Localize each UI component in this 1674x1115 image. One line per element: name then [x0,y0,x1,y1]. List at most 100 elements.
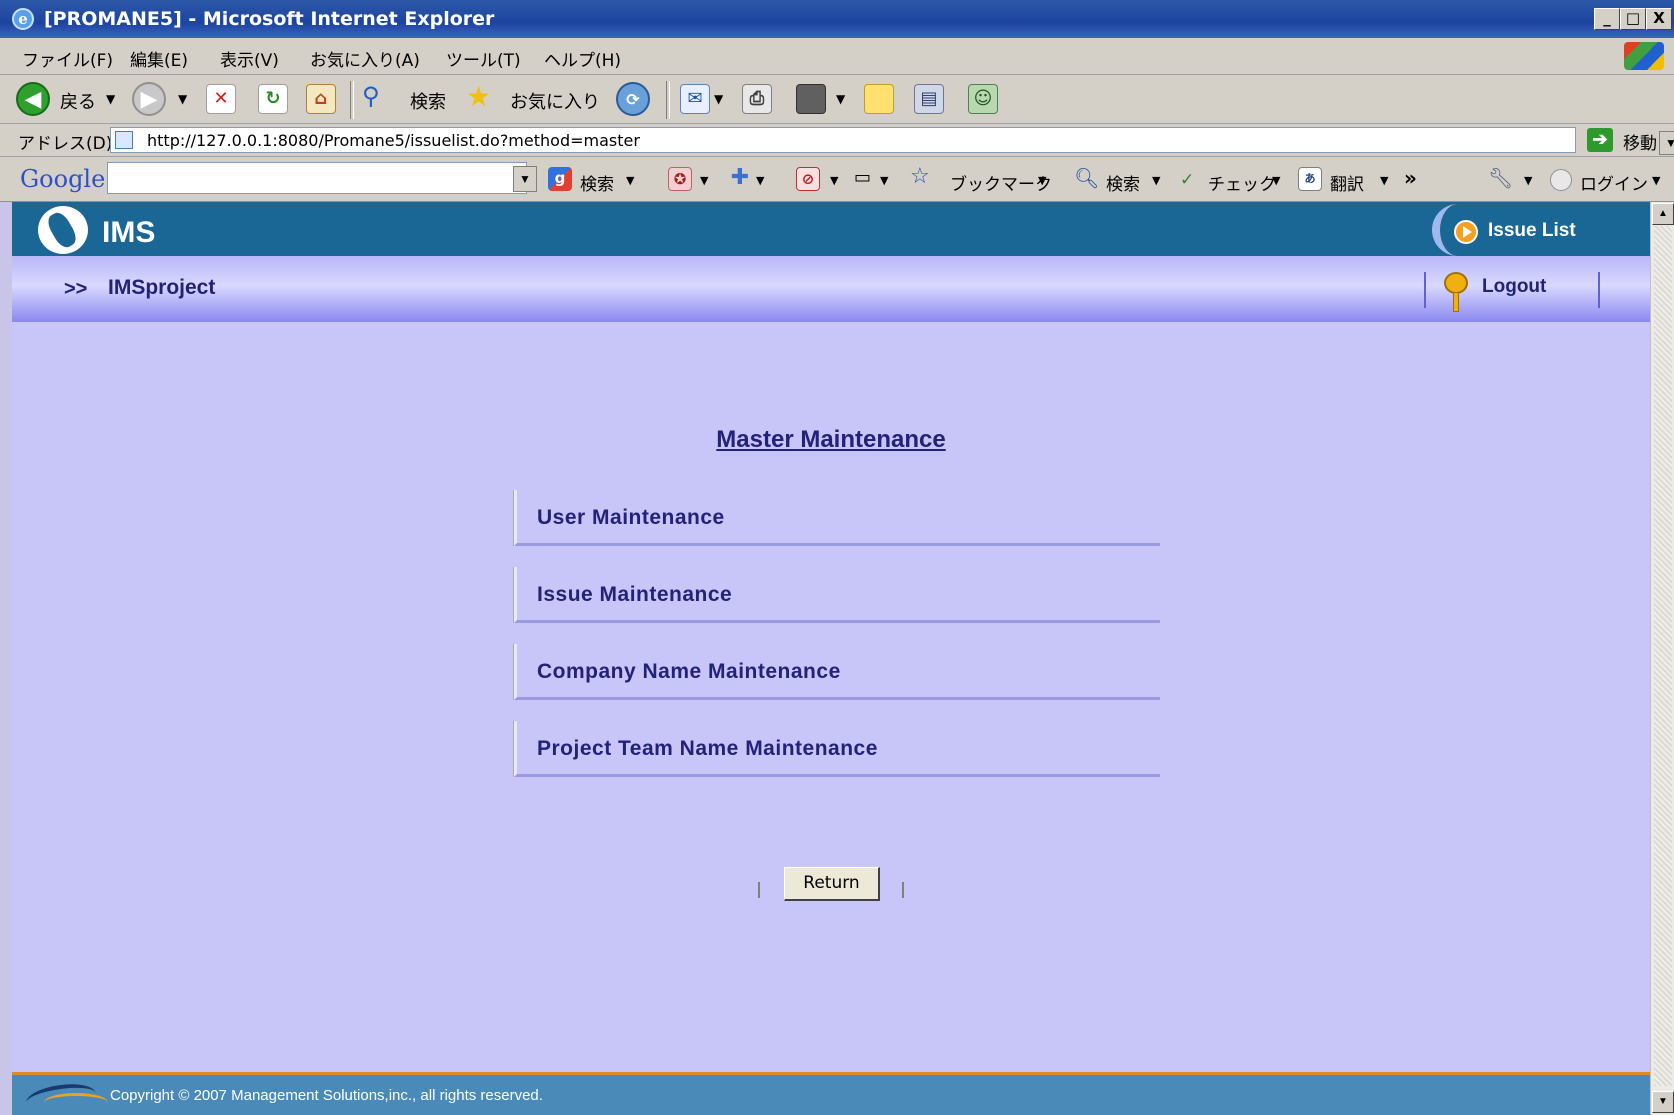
forward-arrow-icon[interactable]: ▶ [132,82,166,116]
translate-icon[interactable]: あ [1298,167,1322,191]
menu-file[interactable]: ファイル(F) [22,46,113,71]
scroll-down-arrow-icon[interactable]: ▼ [1652,1091,1674,1113]
research-icon[interactable]: ▤ [914,84,944,114]
menu-tools[interactable]: ツール(T) [446,46,521,71]
maximize-button[interactable]: □ [1620,8,1646,30]
user-maintenance-link[interactable]: User Maintenance [537,506,725,530]
minimize-button[interactable]: _ [1594,8,1620,30]
spellcheck-label[interactable]: チェック [1208,170,1276,195]
app-name: IMS [102,216,156,249]
app-header: IMS Issue List [12,202,1650,256]
project-team-name-maintenance-item[interactable]: Project Team Name Maintenance [514,721,1160,777]
login-circle-icon[interactable] [1550,169,1572,191]
find-label[interactable]: 検索 [1106,170,1140,195]
windows-logo-icon [1624,42,1664,70]
go-button[interactable]: 移動 [1623,129,1657,154]
login-label[interactable]: ログイン [1580,170,1648,195]
address-dropdown-icon[interactable]: ▼ [1659,131,1674,155]
find-icon[interactable]: 🔍︎ [1074,166,1099,190]
address-label: アドレス(D) [18,134,113,154]
return-separator [758,882,760,898]
favorites-label[interactable]: お気に入り [510,88,600,114]
window-dropdown-icon[interactable]: ▼ [880,174,888,187]
ims-logo-icon [38,206,88,254]
mail-icon[interactable]: ✉ [680,84,710,114]
find-dropdown-icon[interactable]: ▼ [1152,174,1160,187]
blocked-icon[interactable]: ⊘ [796,167,820,191]
scrollbar-track[interactable] [1654,226,1672,1086]
bookmarks-menu[interactable]: ブックマーク [950,170,1052,195]
google-search-label[interactable]: 検索 [580,170,614,195]
spellcheck-dropdown-icon[interactable]: ▼ [1272,174,1280,187]
home-icon[interactable]: ⌂ [306,84,336,114]
discuss-icon[interactable] [864,84,894,114]
header-separator [1424,272,1426,308]
bookmark-star-icon[interactable]: ☆ [910,164,930,189]
search-icon[interactable]: ⚲ [362,82,380,110]
plus-icon[interactable]: ✚ [728,167,752,191]
vertical-scrollbar[interactable]: ▲ ▼ [1650,202,1674,1115]
translate-label[interactable]: 翻訳 [1330,170,1364,195]
company-name-maintenance-link[interactable]: Company Name Maintenance [537,660,841,684]
logout-link[interactable]: Logout [1482,276,1546,298]
blocked-dropdown-icon[interactable]: ▼ [830,174,838,187]
toolbar-separator [350,81,354,119]
history-icon[interactable]: ⟳ [616,82,650,116]
toolbar-separator [666,81,670,119]
menu-view[interactable]: 表示(V) [220,46,279,71]
google-logo: Google [20,165,105,193]
plus-dropdown-icon[interactable]: ▼ [756,174,764,187]
google-search-icon[interactable]: g [548,167,572,191]
address-url[interactable]: http://127.0.0.1:8080/Promane5/issuelist… [147,131,640,150]
menu-favorites[interactable]: お気に入り(A) [310,46,420,71]
footer: Copyright © 2007 Management Solutions,in… [12,1075,1650,1115]
google-dropdown-icon[interactable]: ▼ [513,166,537,192]
header-separator [1598,272,1600,308]
copyright-text: Copyright © 2007 Management Solutions,in… [110,1087,543,1104]
issue-list-link[interactable]: Issue List [1488,220,1576,242]
page-content: IMS Issue List >> IMSproject Logout Mast… [12,202,1650,1115]
address-input[interactable]: http://127.0.0.1:8080/Promane5/issuelist… [110,127,1674,155]
issue-maintenance-link[interactable]: Issue Maintenance [537,583,732,607]
stop-icon[interactable]: ✕ [206,84,236,114]
edit-dropdown-icon[interactable]: ▼ [836,92,845,106]
settings-dropdown-icon[interactable]: ▼ [1524,174,1532,187]
forward-dropdown-icon[interactable]: ▼ [178,92,187,106]
scroll-up-arrow-icon[interactable]: ▲ [1652,203,1674,225]
translate-dropdown-icon[interactable]: ▼ [1380,174,1388,187]
google-search-input[interactable] [107,162,527,194]
google-search-dropdown-icon[interactable]: ▼ [626,174,634,187]
favorites-star-icon[interactable]: ★ [466,80,491,113]
popup-dropdown-icon[interactable]: ▼ [700,174,708,187]
spellcheck-icon[interactable]: ✓ [1180,170,1194,190]
edit-icon[interactable] [796,84,826,114]
breadcrumb-bar: >> IMSproject Logout [12,256,1650,322]
search-label[interactable]: 検索 [410,88,446,114]
refresh-icon[interactable]: ↻ [258,84,288,114]
more-chevron-icon[interactable]: » [1404,166,1417,190]
user-maintenance-item[interactable]: User Maintenance [514,490,1160,546]
bookmarks-dropdown-icon[interactable]: ▼ [1038,174,1046,187]
project-name: IMSproject [108,276,216,299]
project-team-name-maintenance-link[interactable]: Project Team Name Maintenance [537,737,878,761]
back-arrow-icon[interactable]: ◀ [16,82,50,116]
back-dropdown-icon[interactable]: ▼ [106,92,115,106]
popup-blocker-icon[interactable]: ✪ [668,167,692,191]
issue-maintenance-item[interactable]: Issue Maintenance [514,567,1160,623]
back-label[interactable]: 戻る [60,88,96,114]
issue-list-tab[interactable]: Issue List [1432,204,1650,256]
print-icon[interactable]: ⎙ [742,84,772,114]
menu-help[interactable]: ヘルプ(H) [544,46,621,71]
menu-edit[interactable]: 編集(E) [130,46,188,71]
company-name-maintenance-item[interactable]: Company Name Maintenance [514,644,1160,700]
go-arrow-icon[interactable]: ➔ [1587,128,1613,152]
mail-dropdown-icon[interactable]: ▼ [714,92,723,106]
breadcrumb-arrows-icon: >> [64,278,88,300]
messenger-icon[interactable]: ☺ [968,84,998,114]
wrench-icon[interactable]: 🔧︎ [1488,166,1513,190]
return-button[interactable]: Return [784,867,880,901]
close-button[interactable]: X [1646,8,1672,30]
login-dropdown-icon[interactable]: ▼ [1652,174,1660,187]
window-icon[interactable]: ▭ [854,167,871,188]
page-title: Master Maintenance [716,426,946,453]
